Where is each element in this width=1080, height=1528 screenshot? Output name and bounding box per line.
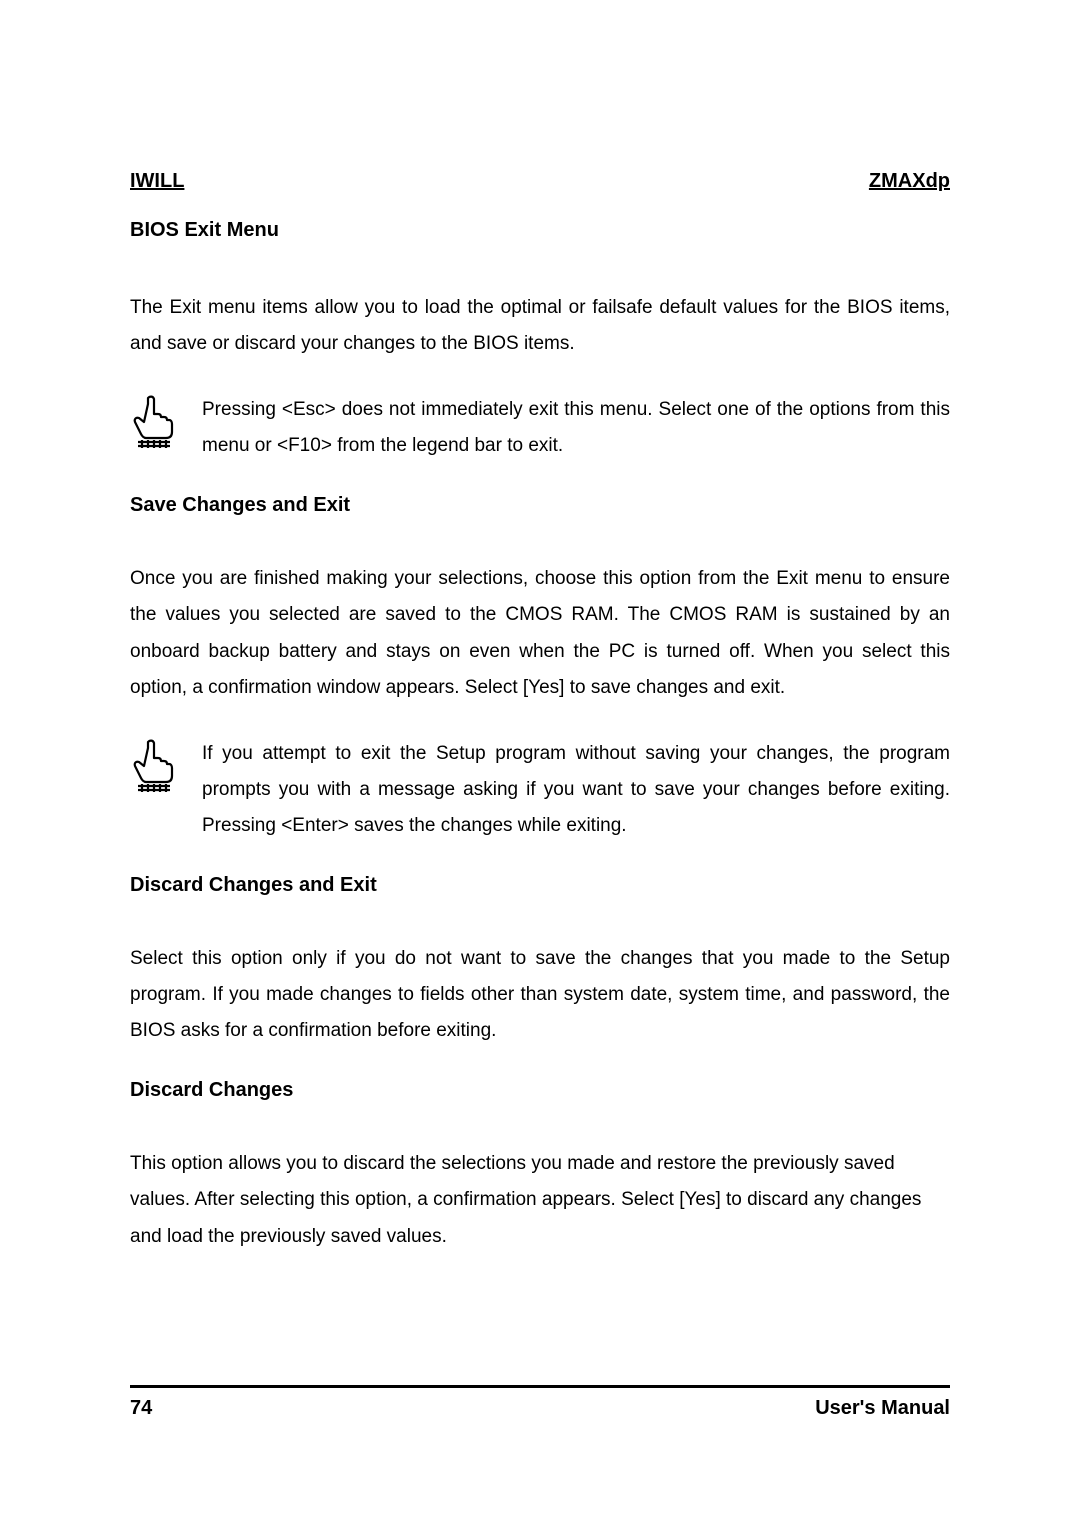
running-footer: 74 User's Manual — [130, 1397, 950, 1420]
heading-discard-exit: Discard Changes and Exit — [130, 874, 950, 897]
note-save: If you attempt to exit the Setup program… — [130, 736, 950, 844]
note-esc: Pressing <Esc> does not immediately exit… — [130, 392, 950, 464]
document-page: IWILL ZMAXdp BIOS Exit Menu The Exit men… — [0, 0, 1080, 1528]
heading-save-exit: Save Changes and Exit — [130, 494, 950, 517]
discard-body: This option allows you to discard the se… — [130, 1146, 950, 1254]
note-esc-text: Pressing <Esc> does not immediately exit… — [202, 392, 950, 464]
page-number: 74 — [130, 1397, 152, 1420]
header-right: ZMAXdp — [869, 170, 950, 193]
footer-label: User's Manual — [815, 1397, 950, 1420]
header-left: IWILL — [130, 170, 184, 193]
heading-discard: Discard Changes — [130, 1079, 950, 1102]
footer-divider — [130, 1385, 950, 1388]
running-header: IWILL ZMAXdp — [130, 170, 950, 193]
discard-exit-body: Select this option only if you do not wa… — [130, 941, 950, 1049]
page-title: BIOS Exit Menu — [130, 219, 950, 242]
pointer-hand-icon — [130, 738, 180, 799]
pointer-hand-icon — [130, 394, 180, 455]
note-save-text: If you attempt to exit the Setup program… — [202, 736, 950, 844]
intro-paragraph: The Exit menu items allow you to load th… — [130, 290, 950, 362]
save-exit-body: Once you are finished making your select… — [130, 561, 950, 705]
